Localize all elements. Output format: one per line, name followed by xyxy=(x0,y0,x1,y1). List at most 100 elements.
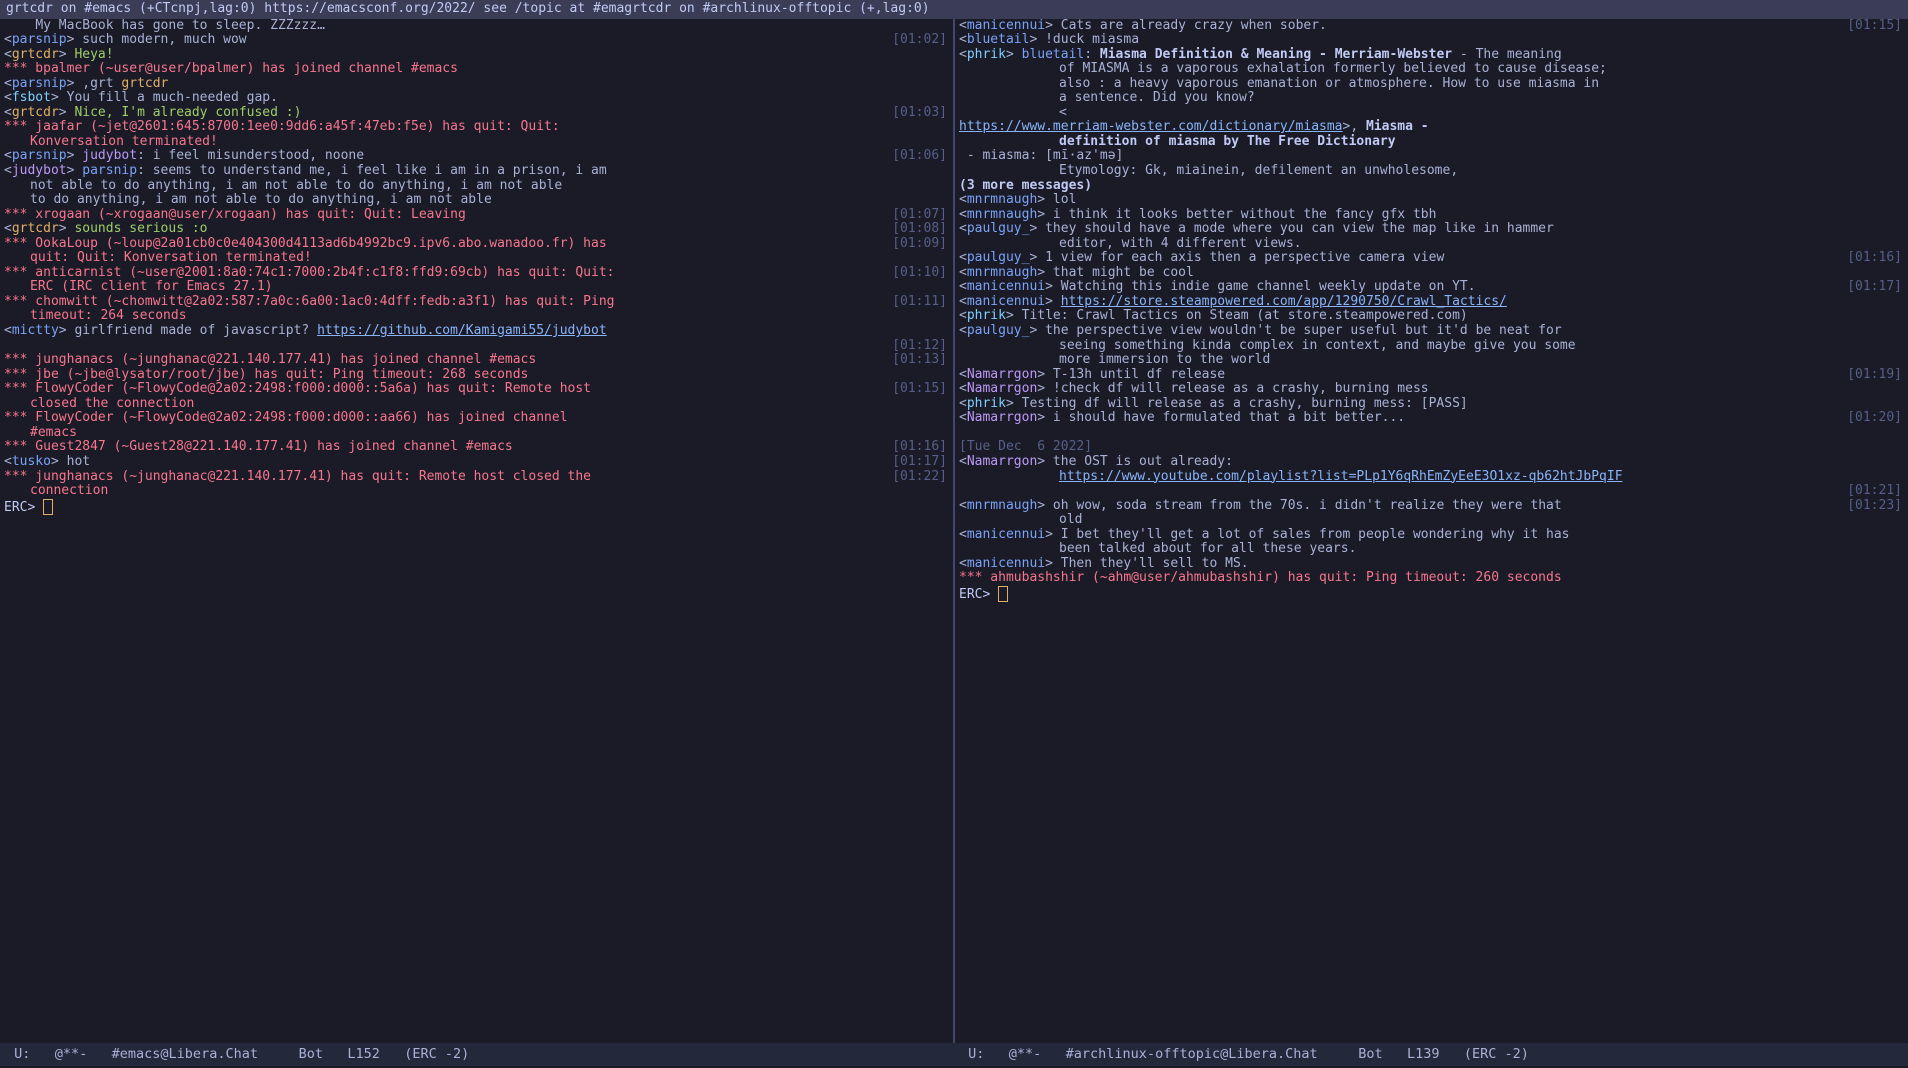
message-text: > lol xyxy=(1037,192,1076,207)
message-text: < xyxy=(959,221,967,236)
nick-text: manicennui xyxy=(967,19,1045,33)
nick-text: bluetail xyxy=(967,32,1030,47)
chat-line: <mnrmnaugh> that might be cool xyxy=(959,266,1904,281)
timestamp: [01:23] xyxy=(1847,499,1902,514)
timestamp: [01:19] xyxy=(1847,368,1902,383)
nick-text: paulguy_ xyxy=(967,221,1030,236)
right-pane[interactable]: <manicennui> Cats are already crazy when… xyxy=(955,19,1908,1043)
message-text: > xyxy=(59,105,75,120)
nick-text: Namarrgon xyxy=(967,454,1037,469)
chat-line: <manicennui> Then they'll sell to MS. xyxy=(959,557,1904,572)
nick-text: manicennui xyxy=(967,527,1045,542)
message-text: < xyxy=(959,381,967,396)
timestamp: [01:21] xyxy=(1847,484,1902,499)
message-text: < xyxy=(959,367,967,382)
message-text: connection xyxy=(4,484,889,499)
message-text: > I bet they'll get a lot of sales from … xyxy=(1045,527,1569,542)
chat-line: *** anticarnist (~user@2001:8a0:74c1:700… xyxy=(4,266,949,295)
chat-line: <manicennui> https://store.steampowered.… xyxy=(959,295,1904,310)
message-text: not able to do anything, i am not able t… xyxy=(4,179,889,194)
message-text: Nice, I'm already confused :) xyxy=(74,105,301,120)
timestamp: [01:20] xyxy=(1847,411,1902,426)
timestamp: [01:15] xyxy=(892,382,947,397)
message-text: *** junghanacs (~junghanac@221.140.177.4… xyxy=(4,352,536,367)
chat-line: <grtcdr> sounds serious :o[01:08] xyxy=(4,222,949,237)
message-text: > i think it looks better without the fa… xyxy=(1037,207,1436,222)
cursor xyxy=(998,586,1008,602)
nick-text: Namarrgon xyxy=(967,367,1037,382)
message-text: *** junghanacs (~junghanac@221.140.177.4… xyxy=(4,469,591,484)
message-text: : xyxy=(1084,47,1100,62)
message-text: > Cats are already crazy when sober. xyxy=(1045,19,1327,33)
chat-line: *** ahmubashshir (~ahm@user/ahmubashshir… xyxy=(959,571,1904,586)
message-text: *** jbe (~jbe@lysator/root/jbe) has quit… xyxy=(4,367,528,382)
message-text: *** chomwitt (~chomwitt@2a02:587:7a0c:6a… xyxy=(4,294,614,309)
chat-line: [01:21] xyxy=(959,484,1904,499)
message-text: > T-13h until df release xyxy=(1037,367,1225,382)
message-text: > !duck miasma xyxy=(1029,32,1139,47)
message-text: closed the connection xyxy=(4,397,889,412)
timestamp: [01:06] xyxy=(892,149,947,164)
timestamp: [01:09] xyxy=(892,237,947,252)
message-text: phrik xyxy=(967,396,1006,411)
message-text: < xyxy=(959,454,967,469)
nick-text: tusko xyxy=(12,454,51,469)
link-text[interactable]: https://www.merriam-webster.com/dictiona… xyxy=(959,119,1343,134)
chat-line: <paulguy_> 1 view for each axis then a p… xyxy=(959,251,1904,266)
chat-line: *** Guest2847 (~Guest28@221.140.177.41) … xyxy=(4,440,949,455)
message-text: > xyxy=(1006,47,1022,62)
message-text: < xyxy=(959,308,967,323)
prompt-line[interactable]: ERC> xyxy=(959,586,1904,603)
prompt-line[interactable]: ERC> xyxy=(4,499,949,516)
message-text: more immersion to the world xyxy=(959,353,1844,368)
nick-text: bluetail xyxy=(1022,47,1085,62)
message-text: < xyxy=(4,105,12,120)
message-text: Heya! xyxy=(74,47,113,62)
message-text: Konversation terminated! xyxy=(4,135,889,150)
message-text: < xyxy=(959,47,967,62)
timestamp: [01:17] xyxy=(892,455,947,470)
message-text: < xyxy=(959,396,967,411)
chat-line: *** jbe (~jbe@lysator/root/jbe) has quit… xyxy=(4,368,949,383)
nick-text: paulguy_ xyxy=(967,250,1030,265)
message-text: > !check df will release as a crashy, bu… xyxy=(1037,381,1428,396)
message-text: - miasma: [mī·az'mə] xyxy=(959,148,1123,163)
nick-text: manicennui xyxy=(967,294,1045,309)
message-text: ERC (IRC client for Emacs 27.1) xyxy=(4,280,889,295)
message-text: > Watching this indie game channel weekl… xyxy=(1045,279,1475,294)
nick-text: judybot xyxy=(82,148,137,163)
message-text: < xyxy=(4,76,12,91)
link-text[interactable]: https://store.steampowered.com/app/12907… xyxy=(1061,294,1507,309)
chat-line: <manicennui> Cats are already crazy when… xyxy=(959,19,1904,34)
chat-line: <phrik> Testing df will release as a cra… xyxy=(959,397,1904,412)
chat-line: <grtcdr> Heya! xyxy=(4,48,949,63)
chat-line: <phrik> bluetail: Miasma Definition & Me… xyxy=(959,48,1904,193)
erc-prompt: ERC> xyxy=(4,500,43,515)
message-text: > You fill a much-needed gap. xyxy=(51,90,278,105)
message-text: quit: Quit: Konversation terminated! xyxy=(4,251,889,266)
message-text: < xyxy=(959,556,967,571)
nick-text: Namarrgon xyxy=(967,410,1037,425)
timestamp: [01:10] xyxy=(892,266,947,281)
message-text: : i feel misunderstood, noone xyxy=(137,148,364,163)
message-text xyxy=(959,483,967,498)
left-pane[interactable]: My MacBook has gone to sleep. ZZZzzz…<pa… xyxy=(0,19,953,1043)
nick-text: parsnip xyxy=(12,148,67,163)
message-text: Etymology: Gk, miainein, defilement an u… xyxy=(959,164,1844,179)
link-text[interactable]: https://github.com/Kamigami55/judybot xyxy=(317,323,607,338)
message-text: < xyxy=(4,221,12,236)
message-text: > that might be cool xyxy=(1037,265,1194,280)
cursor xyxy=(43,499,53,515)
message-text: (3 more messages) xyxy=(959,178,1092,193)
chat-line: <Namarrgon> the OST is out already:https… xyxy=(959,455,1904,484)
message-text: been talked about for all these years. xyxy=(959,542,1844,557)
chat-line: *** xrogaan (~xrogaan@user/xrogaan) has … xyxy=(4,208,949,223)
link-text[interactable]: https://www.youtube.com/playlist?list=PL… xyxy=(959,470,1844,485)
message-text: > they should have a mode where you can … xyxy=(1029,221,1553,236)
message-text: < xyxy=(959,265,967,280)
split-container: My MacBook has gone to sleep. ZZZzzz…<pa… xyxy=(0,19,1908,1043)
message-text: grtcdr xyxy=(12,105,59,120)
message-text: definition of miasma by The Free Diction… xyxy=(959,135,1844,150)
chat-line: <manicennui> I bet they'll get a lot of … xyxy=(959,528,1904,557)
nick-text: parsnip xyxy=(12,32,67,47)
